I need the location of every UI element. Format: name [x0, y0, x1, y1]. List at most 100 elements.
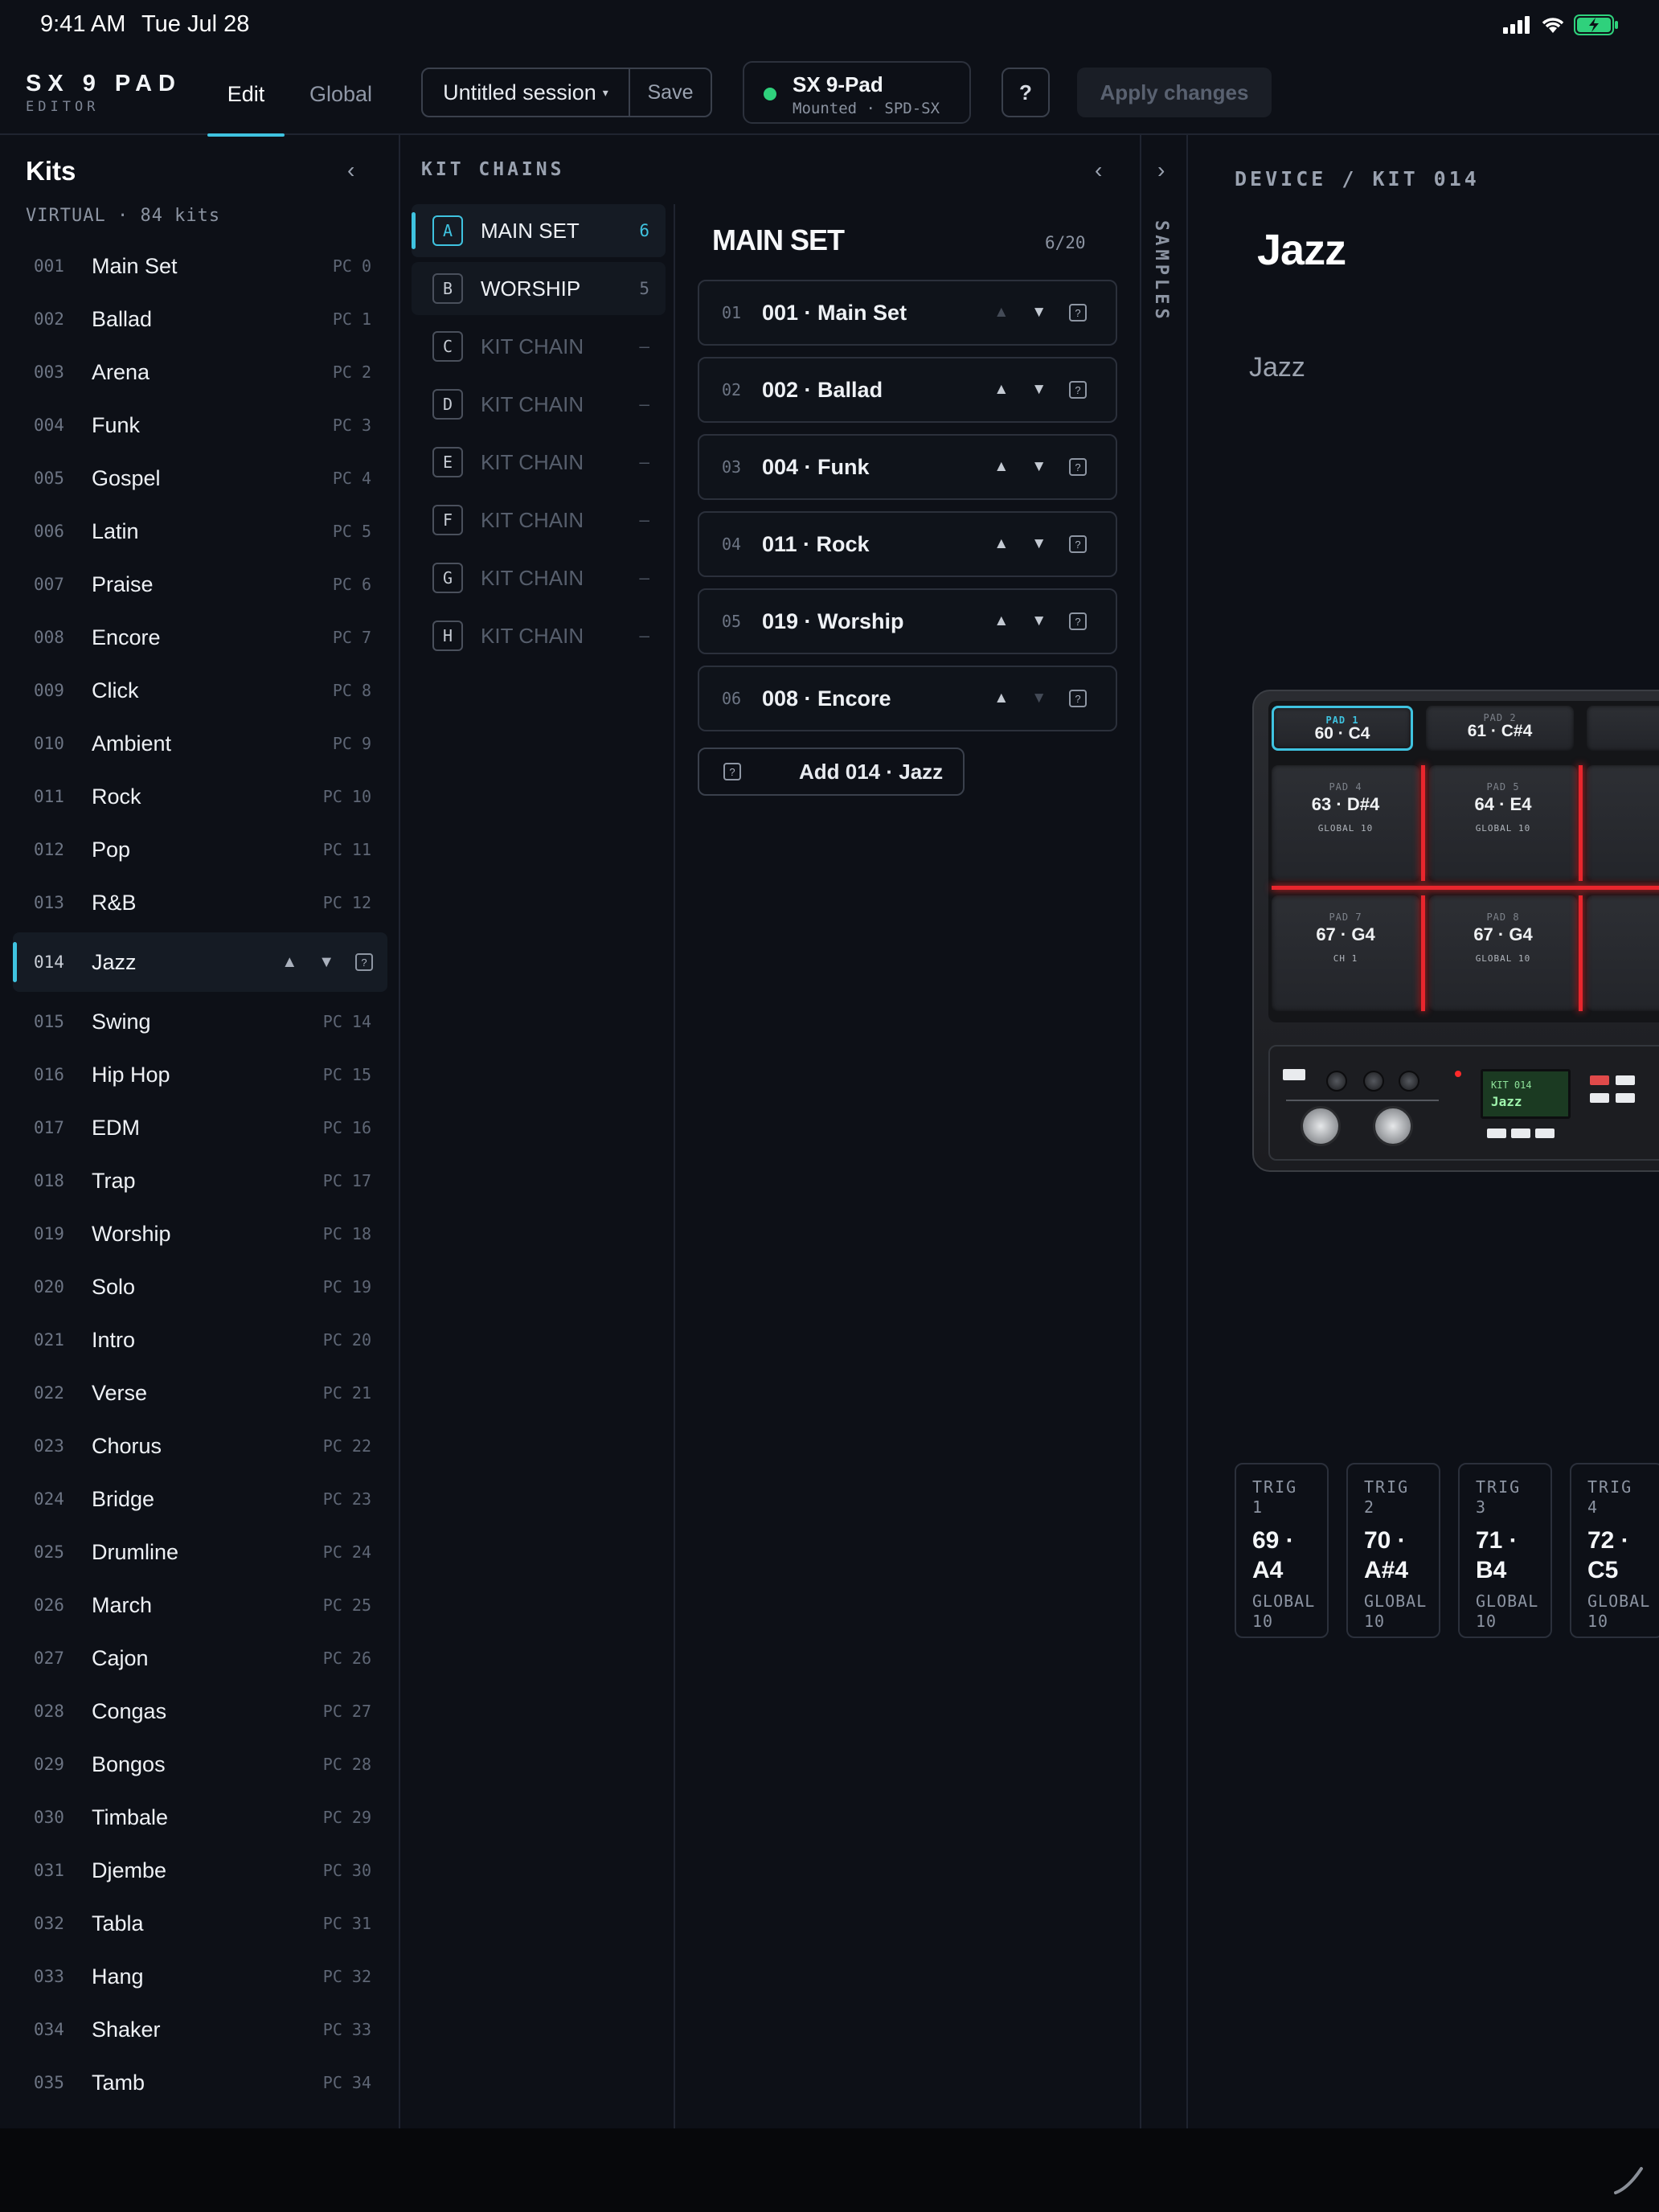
kit-row[interactable]: 028 Congas PC 27	[13, 1685, 387, 1738]
kit-number: 005	[34, 469, 64, 488]
chain-item-d[interactable]: D KIT CHAIN –	[412, 378, 666, 431]
pad-1[interactable]: PAD 1 60 · C4	[1272, 706, 1413, 751]
kit-row[interactable]: 025 Drumline PC 24	[13, 1526, 387, 1579]
device-status[interactable]: SX 9-Pad Mounted · SPD-SX	[743, 61, 971, 124]
kit-name-field[interactable]: Jazz	[1249, 352, 1305, 383]
kit-options-icon[interactable]: ?	[355, 953, 373, 971]
kit-row[interactable]: 023 Chorus PC 22	[13, 1419, 387, 1473]
kit-row[interactable]: 007 Praise PC 6	[13, 558, 387, 611]
move-down-icon[interactable]: ▼	[1031, 304, 1047, 322]
kit-row[interactable]: 004 Funk PC 3	[13, 399, 387, 452]
move-up-icon[interactable]: ▲	[993, 381, 1009, 399]
collapse-chains-chevron-left-icon[interactable]: ‹	[1095, 158, 1102, 183]
kit-row[interactable]: 013 R&B PC 12	[13, 876, 387, 929]
move-up-icon[interactable]: ▲	[993, 690, 1009, 707]
trigger-card[interactable]: TRIG 1 69 · A4 GLOBAL 10	[1235, 1463, 1329, 1638]
kit-row[interactable]: 011 Rock PC 10	[13, 770, 387, 823]
pad-2[interactable]: PAD 2 61 · C#4	[1426, 706, 1574, 751]
move-up-icon[interactable]: ▲	[993, 535, 1009, 553]
slot-options-icon[interactable]: ?	[1069, 458, 1087, 476]
expand-samples-chevron-right-icon[interactable]: ›	[1157, 158, 1165, 183]
slot-options-icon[interactable]: ?	[1069, 535, 1087, 553]
pad-3[interactable]	[1587, 706, 1659, 751]
move-up-icon[interactable]: ▲	[281, 953, 297, 972]
kit-row[interactable]: 032 Tabla PC 31	[13, 1897, 387, 1950]
kit-row[interactable]: 019 Worship PC 18	[13, 1207, 387, 1260]
chain-slot[interactable]: 04 011 · Rock ▲ ▼?	[698, 511, 1117, 577]
chain-item-h[interactable]: H KIT CHAIN –	[412, 609, 666, 662]
kit-row[interactable]: 012 Pop PC 11	[13, 823, 387, 876]
slot-options-icon[interactable]: ?	[1069, 381, 1087, 399]
kit-row[interactable]: 001 Main Set PC 0	[13, 240, 387, 293]
kit-row[interactable]: 005 Gospel PC 4	[13, 452, 387, 505]
move-down-icon[interactable]: ▼	[318, 953, 334, 972]
kit-row[interactable]: 024 Bridge PC 23	[13, 1473, 387, 1526]
chain-slot[interactable]: 01 001 · Main Set ▲ ▼?	[698, 280, 1117, 346]
chain-slot[interactable]: 02 002 · Ballad ▲ ▼?	[698, 357, 1117, 423]
chain-slot[interactable]: 06 008 · Encore ▲ ▼?	[698, 666, 1117, 731]
trigger-card[interactable]: TRIG 4 72 · C5 GLOBAL 10	[1570, 1463, 1659, 1638]
kit-row[interactable]: 029 Bongos PC 28	[13, 1738, 387, 1791]
kit-row[interactable]: 031 Djembe PC 30	[13, 1844, 387, 1897]
kit-row[interactable]: 027 Cajon PC 26	[13, 1632, 387, 1685]
collapse-kits-chevron-left-icon[interactable]: ‹	[347, 158, 354, 183]
kit-row[interactable]: 022 Verse PC 21	[13, 1366, 387, 1419]
move-down-icon[interactable]: ▼	[1031, 535, 1047, 553]
chain-item-e[interactable]: E KIT CHAIN –	[412, 436, 666, 489]
kit-row[interactable]: 033 Hang PC 32	[13, 1950, 387, 2003]
kit-row[interactable]: 010 Ambient PC 9	[13, 717, 387, 770]
chain-slot[interactable]: 03 004 · Funk ▲ ▼?	[698, 434, 1117, 500]
trigger-card[interactable]: TRIG 2 70 · A#4 GLOBAL 10	[1346, 1463, 1440, 1638]
slot-options-icon[interactable]: ?	[1069, 690, 1087, 707]
help-button[interactable]: ?	[1002, 68, 1050, 117]
chain-item-a[interactable]: A MAIN SET 6	[412, 204, 666, 257]
kit-row[interactable]: 030 Timbale PC 29	[13, 1791, 387, 1844]
kit-row[interactable]: 014 Jazz ▲ ▼?	[13, 932, 387, 992]
trigger-card[interactable]: TRIG 3 71 · B4 GLOBAL 10	[1458, 1463, 1552, 1638]
kit-row[interactable]: 035 Tamb PC 34	[13, 2056, 387, 2109]
samples-tab[interactable]: SAMPLES	[1151, 220, 1171, 323]
pad-9[interactable]	[1587, 895, 1659, 1011]
kit-row[interactable]: 009 Click PC 8	[13, 664, 387, 717]
apply-changes-button[interactable]: Apply changes	[1077, 68, 1272, 117]
pad-4[interactable]: PAD 4 63 · D#4 GLOBAL 10	[1272, 765, 1419, 881]
save-button[interactable]: Save	[630, 69, 711, 116]
chain-item-b[interactable]: B WORSHIP 5	[412, 262, 666, 315]
move-down-icon[interactable]: ▼	[1031, 612, 1047, 630]
kit-row[interactable]: 034 Shaker PC 33	[13, 2003, 387, 2056]
knob-icon	[1326, 1071, 1347, 1092]
kit-row[interactable]: 003 Arena PC 2	[13, 346, 387, 399]
kit-row[interactable]: 026 March PC 25	[13, 1579, 387, 1632]
kit-row[interactable]: 006 Latin PC 5	[13, 505, 387, 558]
kit-name: Congas	[92, 1698, 167, 1723]
kit-row[interactable]: 021 Intro PC 20	[13, 1313, 387, 1366]
kit-row[interactable]: 017 EDM PC 16	[13, 1101, 387, 1154]
pad-7[interactable]: PAD 7 67 · G4 CH 1	[1272, 895, 1419, 1011]
move-down-icon[interactable]: ▼	[1031, 458, 1047, 476]
kit-row[interactable]: 008 Encore PC 7	[13, 611, 387, 664]
session-dropdown[interactable]: Untitled session ▾	[423, 69, 630, 116]
move-up-icon[interactable]: ▲	[993, 458, 1009, 476]
chain-item-f[interactable]: F KIT CHAIN –	[412, 494, 666, 547]
tab-global[interactable]: Global	[299, 53, 383, 135]
chain-slot[interactable]: 05 019 · Worship ▲ ▼?	[698, 588, 1117, 654]
kit-row[interactable]: 018 Trap PC 17	[13, 1154, 387, 1207]
chain-item-c[interactable]: C KIT CHAIN –	[412, 320, 666, 373]
tab-edit[interactable]: Edit	[207, 53, 285, 137]
pad-5[interactable]: PAD 5 64 · E4 GLOBAL 10	[1429, 765, 1577, 881]
kit-number: 007	[34, 575, 64, 594]
kit-program-change: PC 17	[322, 1171, 371, 1190]
kit-row[interactable]: 002 Ballad PC 1	[13, 293, 387, 346]
pad-grid: PAD 1 60 · C4 PAD 2 61 · C#4 PAD 4 63 · …	[1268, 701, 1659, 1022]
kit-row[interactable]: 020 Solo PC 19	[13, 1260, 387, 1313]
slot-options-icon[interactable]: ?	[1069, 612, 1087, 630]
pad-8[interactable]: PAD 8 67 · G4 GLOBAL 10	[1429, 895, 1577, 1011]
kit-row[interactable]: 015 Swing PC 14	[13, 995, 387, 1048]
kit-row[interactable]: 016 Hip Hop PC 15	[13, 1048, 387, 1101]
chain-item-g[interactable]: G KIT CHAIN –	[412, 551, 666, 604]
pad-6[interactable]	[1587, 765, 1659, 881]
move-down-icon[interactable]: ▼	[1031, 381, 1047, 399]
slot-options-icon[interactable]: ?	[1069, 304, 1087, 322]
add-kit-to-chain-button[interactable]: ? Add 014 · Jazz	[698, 748, 965, 796]
move-up-icon[interactable]: ▲	[993, 612, 1009, 630]
